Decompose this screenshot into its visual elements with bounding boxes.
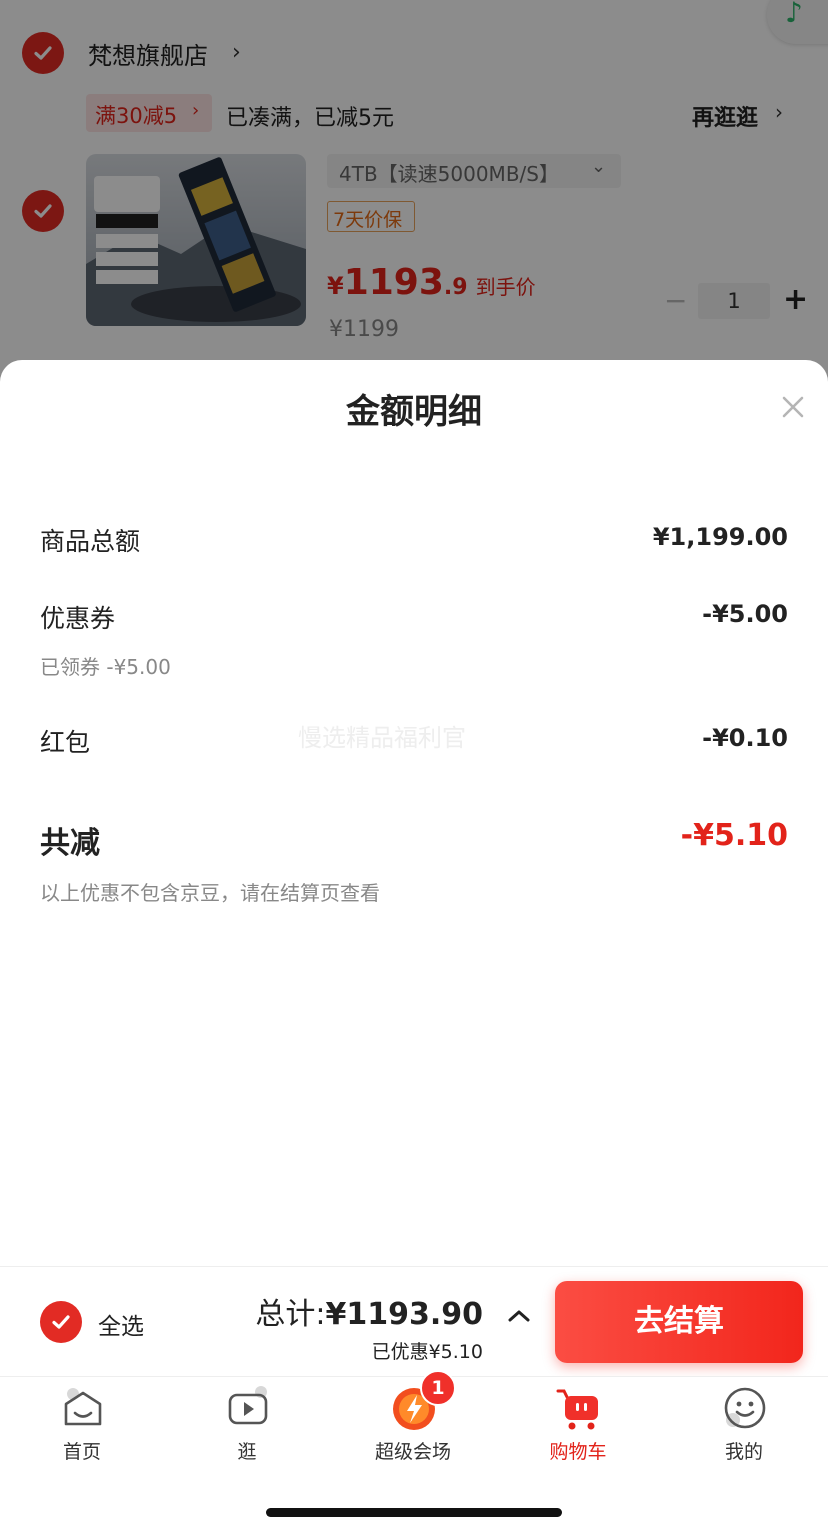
tab-cart[interactable]: 购物车	[518, 1385, 638, 1465]
tab-mine-label: 我的	[724, 1441, 763, 1463]
total-discount-label: 共减	[40, 826, 100, 861]
total-amount: ¥1193.90	[325, 1297, 483, 1332]
video-play-icon	[225, 1385, 271, 1431]
tab-super-venue-label: 超级会场	[374, 1441, 451, 1463]
tab-explore-label: 逛	[237, 1441, 257, 1463]
close-icon[interactable]	[778, 392, 808, 422]
tab-cart-label: 购物车	[549, 1441, 607, 1463]
home-icon	[60, 1385, 106, 1431]
sheet-title: 金额明细	[346, 392, 482, 432]
coupon-note: 已领券 -¥5.00	[40, 655, 171, 679]
checkout-discount: 已优惠¥5.10	[371, 1341, 483, 1363]
goods-total-label: 商品总额	[40, 527, 141, 556]
total-discount-value: -¥5.10	[680, 818, 788, 853]
chevron-up-icon[interactable]	[506, 1307, 532, 1325]
checkout-bar: 全选 总计:¥1193.90 已优惠¥5.10 去结算	[0, 1266, 828, 1376]
select-all-check-icon[interactable]	[40, 1301, 82, 1343]
tab-explore[interactable]: 逛	[187, 1385, 307, 1465]
notification-badge: 1	[420, 1370, 456, 1406]
red-packet-value: -¥0.10	[702, 724, 788, 752]
tab-super-venue[interactable]: 超级会场	[353, 1385, 473, 1465]
cart-icon	[556, 1385, 602, 1431]
checkout-total: 总计:¥1193.90	[255, 1289, 483, 1333]
total-prefix: 总计:	[255, 1297, 326, 1332]
smile-face-icon	[722, 1385, 768, 1431]
home-indicator[interactable]	[266, 1508, 562, 1517]
checkout-button[interactable]: 去结算	[555, 1281, 803, 1363]
tab-home[interactable]: 首页	[22, 1385, 142, 1465]
tab-mine[interactable]: 我的	[684, 1385, 804, 1465]
coupon-value: -¥5.00	[702, 600, 788, 628]
goods-total-value: ¥1,199.00	[652, 523, 788, 551]
coupon-label: 优惠券	[40, 604, 116, 633]
red-packet-label: 红包	[40, 728, 91, 757]
discount-footnote: 以上优惠不包含京豆，请在结算页查看	[40, 881, 380, 905]
watermark-text: 慢选精品福利官	[298, 724, 466, 752]
tab-home-label: 首页	[62, 1441, 101, 1463]
select-all-label[interactable]: 全选	[98, 1307, 144, 1341]
